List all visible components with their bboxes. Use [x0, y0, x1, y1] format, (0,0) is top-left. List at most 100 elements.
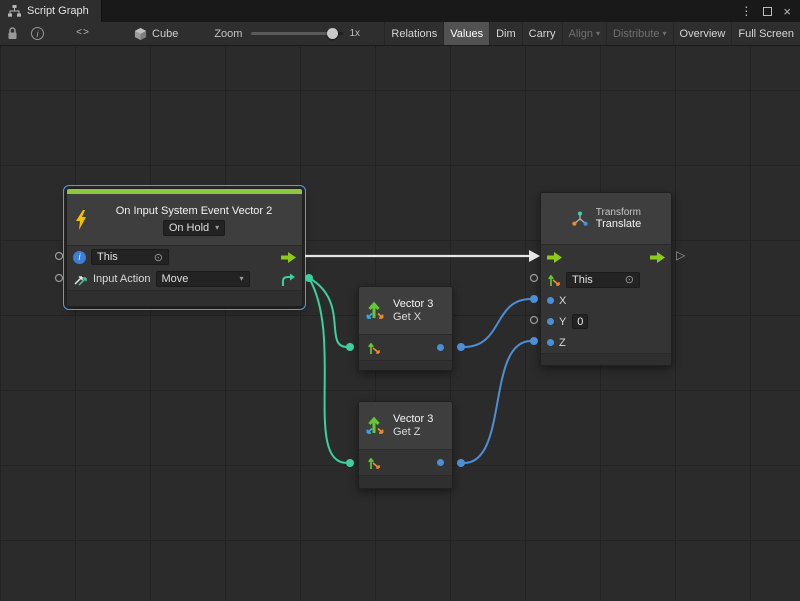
node-on-input-system-event[interactable]: On Input System Event Vector 2 On Hold ▾…: [66, 188, 303, 307]
getz-to-z-connection[interactable]: [464, 341, 531, 463]
event-node-header: On Input System Event Vector 2 On Hold ▾: [67, 194, 302, 245]
z-port-dot[interactable]: [547, 339, 554, 346]
translate-this-field[interactable]: This ⊙: [566, 272, 640, 288]
zoom-value: 1x: [349, 28, 360, 39]
zoom-slider[interactable]: [251, 27, 343, 41]
node-category: Vector 3: [393, 298, 433, 310]
port-label: Z: [559, 337, 566, 349]
node-translate[interactable]: Transform Translate This ⊙: [540, 192, 672, 366]
dropdown-value: Move: [162, 273, 189, 285]
window-menu-icon[interactable]: ⋮: [740, 4, 752, 18]
zoom-slider-knob[interactable]: [327, 28, 338, 39]
dropdown-value: On Hold: [169, 222, 209, 234]
node-get-x[interactable]: Vector 3 Get X: [358, 286, 453, 371]
field-value: This: [97, 251, 118, 263]
translate-z-port[interactable]: [530, 337, 538, 345]
getz-port-row: [359, 449, 452, 475]
getz-input-port[interactable]: [346, 459, 354, 467]
translate-node-header: Transform Translate: [541, 193, 671, 244]
translate-node-body: This ⊙ X Y 0 Z: [541, 244, 671, 353]
code-view-icon[interactable]: <>: [76, 28, 90, 39]
axis-icon: [367, 456, 381, 470]
button-label: Overview: [680, 28, 726, 40]
vector3-icon: [365, 300, 387, 322]
relations-button[interactable]: Relations: [384, 22, 443, 45]
flow-output-arrow-icon[interactable]: [650, 252, 665, 263]
chevron-down-icon: ▾: [215, 224, 219, 232]
node-category: Transform: [596, 207, 641, 218]
maximize-icon[interactable]: [763, 7, 772, 16]
distribute-button[interactable]: Distribute▾: [606, 22, 672, 45]
button-label: Full Screen: [738, 28, 794, 40]
vector2-connection-to-getx[interactable]: [309, 278, 347, 347]
x-port-dot[interactable]: [547, 297, 554, 304]
node-footer: [359, 360, 452, 370]
titlebar: Script Graph ⋮ ×: [0, 0, 800, 22]
event-this-field[interactable]: This ⊙: [91, 249, 169, 265]
node-title: Get Z: [393, 426, 433, 438]
event-input-action-port[interactable]: [56, 275, 63, 282]
axis-icon: [547, 273, 561, 287]
script-graph-icon: [8, 5, 21, 17]
node-get-z[interactable]: Vector 3 Get Z: [358, 401, 453, 489]
getx-output-port[interactable]: [457, 343, 465, 351]
graph-owner[interactable]: Cube: [134, 27, 178, 41]
object-picker-icon[interactable]: ⊙: [625, 273, 634, 286]
graph-owner-label: Cube: [152, 28, 178, 40]
chevron-down-icon: ▾: [239, 275, 243, 283]
node-footer: [67, 290, 302, 306]
node-footer: [359, 475, 452, 488]
flow-connection-arrowhead: [529, 250, 540, 262]
flow-continue-triangle-icon[interactable]: ▷: [676, 248, 685, 262]
chevron-down-icon: ▾: [596, 30, 600, 38]
field-value: This: [572, 274, 593, 286]
cube-icon: [134, 27, 147, 41]
overview-button[interactable]: Overview: [673, 22, 732, 45]
carry-button[interactable]: Carry: [522, 22, 562, 45]
port-label: Y: [559, 316, 566, 328]
graph-canvas[interactable]: On Input System Event Vector 2 On Hold ▾…: [0, 46, 800, 601]
getx-output-dot[interactable]: [437, 344, 444, 351]
y-port-dot[interactable]: [547, 318, 554, 325]
event-vector2-output-port[interactable]: [305, 274, 313, 282]
zoom-label: Zoom: [214, 28, 242, 40]
object-picker-icon[interactable]: ⊙: [154, 251, 163, 264]
button-label: Align: [569, 28, 593, 40]
graph-toolbar: i <> Cube Zoom 1x Relations Values Dim C…: [0, 22, 800, 46]
input-action-icon: [73, 272, 88, 286]
lock-icon[interactable]: [7, 27, 18, 40]
y-value-input[interactable]: 0: [572, 314, 588, 329]
getx-to-x-connection[interactable]: [464, 299, 531, 347]
vector2-connection-to-getz[interactable]: [309, 278, 347, 463]
translate-x-port[interactable]: [530, 295, 538, 303]
dim-button[interactable]: Dim: [489, 22, 522, 45]
translate-this-port[interactable]: [531, 275, 538, 282]
translate-y-port[interactable]: [531, 317, 538, 324]
align-button[interactable]: Align▾: [562, 22, 606, 45]
event-this-port[interactable]: [56, 253, 63, 260]
button-label: Carry: [529, 28, 556, 40]
values-button[interactable]: Values: [443, 22, 489, 45]
getz-output-port[interactable]: [457, 459, 465, 467]
node-title: Get X: [393, 311, 433, 323]
fullscreen-button[interactable]: Full Screen: [731, 22, 800, 45]
node-category: Vector 3: [393, 413, 433, 425]
tab-script-graph[interactable]: Script Graph: [0, 0, 102, 22]
port-label: X: [559, 295, 566, 307]
translate-this-row: This ⊙: [541, 269, 671, 290]
getz-output-dot[interactable]: [437, 459, 444, 466]
node-title: Translate: [596, 218, 641, 230]
input-action-dropdown[interactable]: Move ▾: [156, 271, 250, 287]
getx-port-row: [359, 334, 452, 360]
button-label: Relations: [391, 28, 437, 40]
window-controls: ⋮ ×: [740, 0, 800, 22]
event-mode-dropdown[interactable]: On Hold ▾: [163, 220, 225, 236]
flow-input-arrow-icon[interactable]: [547, 252, 562, 263]
info-icon[interactable]: i: [31, 27, 44, 40]
getx-input-port[interactable]: [346, 343, 354, 351]
flow-output-arrow-icon[interactable]: [281, 252, 296, 263]
lightning-icon: [74, 210, 88, 230]
vector2-output-icon[interactable]: [281, 273, 296, 286]
close-icon[interactable]: ×: [783, 5, 791, 18]
gameobject-icon: i: [73, 251, 86, 264]
